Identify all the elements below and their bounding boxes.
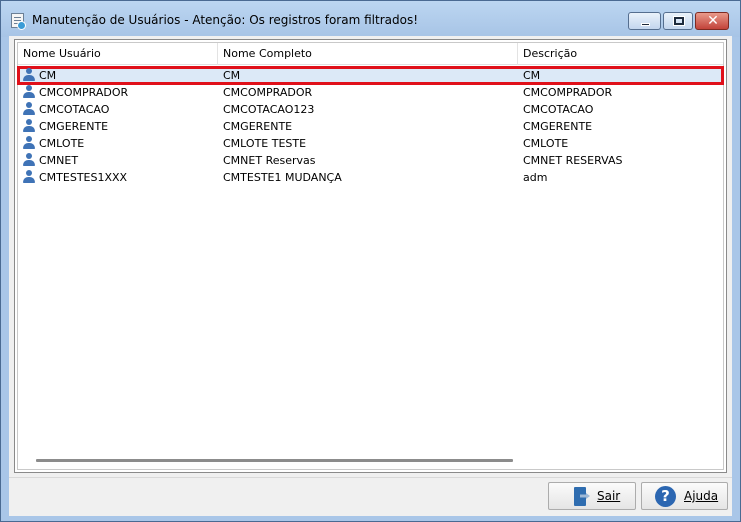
cell-descricao: CMCOMPRADOR bbox=[523, 86, 613, 99]
cell-nome-usuario: CMNET bbox=[39, 154, 79, 167]
table-row[interactable]: CMGERENTE CMGERENTE CMGERENTE bbox=[18, 118, 723, 135]
table-row[interactable]: CMLOTE CMLOTE TESTE CMLOTE bbox=[18, 135, 723, 152]
cell-nome-completo: CMCOMPRADOR bbox=[223, 86, 313, 99]
horizontal-scrollbar[interactable] bbox=[36, 459, 513, 462]
user-icon bbox=[23, 85, 35, 99]
maximize-icon bbox=[673, 16, 685, 26]
cell-descricao: adm bbox=[523, 171, 548, 184]
column-header-nome-usuario[interactable]: Nome Usuário bbox=[18, 43, 218, 65]
column-header-nome-completo[interactable]: Nome Completo bbox=[218, 43, 518, 65]
cell-descricao: CM bbox=[523, 69, 541, 82]
cell-nome-usuario: CMCOMPRADOR bbox=[39, 86, 129, 99]
cell-nome-usuario: CM bbox=[39, 69, 57, 82]
title-bar[interactable]: Manutenção de Usuários - Atenção: Os reg… bbox=[1, 1, 740, 37]
close-icon: ✕ bbox=[707, 13, 719, 29]
users-grid: Nome Usuário Nome Completo Descrição CM C… bbox=[14, 39, 727, 473]
ajuda-button[interactable]: ? Ajuda bbox=[641, 482, 728, 510]
close-button[interactable]: ✕ bbox=[695, 12, 729, 30]
cell-descricao: CMLOTE bbox=[523, 137, 569, 150]
maximize-button[interactable] bbox=[663, 12, 693, 30]
cell-descricao: CMNET RESERVAS bbox=[523, 154, 623, 167]
cell-nome-usuario: CMCOTACAO bbox=[39, 103, 110, 116]
window-title: Manutenção de Usuários - Atenção: Os reg… bbox=[32, 13, 419, 27]
cell-descricao: CMCOTACAO bbox=[523, 103, 594, 116]
column-header-descricao[interactable]: Descrição bbox=[518, 43, 723, 65]
user-icon bbox=[23, 136, 35, 150]
help-icon: ? bbox=[655, 486, 676, 507]
user-icon bbox=[23, 68, 35, 82]
client-area: Nome Usuário Nome Completo Descrição CM C… bbox=[9, 36, 732, 516]
sair-button-label: Sair bbox=[597, 489, 621, 503]
cell-nome-usuario: CMLOTE bbox=[39, 137, 85, 150]
user-icon bbox=[23, 170, 35, 184]
users-grid-viewport[interactable]: Nome Usuário Nome Completo Descrição CM C… bbox=[17, 42, 724, 470]
cell-nome-completo: CMTESTE1 MUDANÇA bbox=[223, 171, 342, 184]
table-row[interactable]: CM CM CM bbox=[17, 66, 724, 85]
cell-descricao: CMGERENTE bbox=[523, 120, 593, 133]
table-row[interactable]: CMCOTACAO CMCOTACAO123 CMCOTACAO bbox=[18, 101, 723, 118]
cell-nome-usuario: CMGERENTE bbox=[39, 120, 109, 133]
user-icon bbox=[23, 153, 35, 167]
cell-nome-completo: CMNET Reservas bbox=[223, 154, 316, 167]
table-row[interactable]: CMNET CMNET Reservas CMNET RESERVAS bbox=[18, 152, 723, 169]
cell-nome-completo: CMGERENTE bbox=[223, 120, 293, 133]
cell-nome-usuario: CMTESTES1XXX bbox=[39, 171, 128, 184]
cell-nome-completo: CMCOTACAO123 bbox=[223, 103, 315, 116]
user-icon bbox=[23, 119, 35, 133]
document-app-icon bbox=[11, 13, 26, 30]
cell-nome-completo: CMLOTE TESTE bbox=[223, 137, 307, 150]
table-row[interactable]: CMTESTES1XXX CMTESTE1 MUDANÇA adm bbox=[18, 169, 723, 186]
cell-nome-completo: CM bbox=[223, 69, 241, 82]
table-row[interactable]: CMCOMPRADOR CMCOMPRADOR CMCOMPRADOR bbox=[18, 84, 723, 101]
user-icon bbox=[23, 102, 35, 116]
minimize-icon bbox=[641, 23, 650, 26]
footer-divider bbox=[9, 477, 732, 478]
grid-header: Nome Usuário Nome Completo Descrição bbox=[18, 43, 723, 65]
app-window: Manutenção de Usuários - Atenção: Os reg… bbox=[0, 0, 741, 522]
sair-button[interactable]: Sair bbox=[548, 482, 636, 510]
exit-door-icon bbox=[570, 487, 590, 506]
ajuda-button-label: Ajuda bbox=[684, 489, 719, 503]
minimize-button[interactable] bbox=[628, 12, 661, 30]
